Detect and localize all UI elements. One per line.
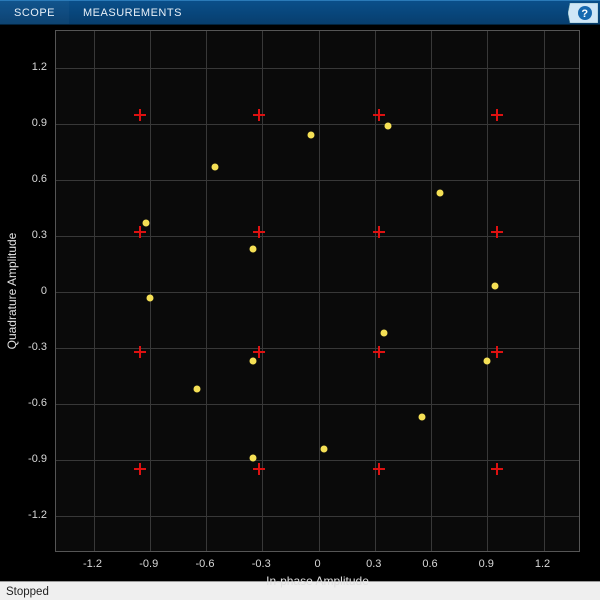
marker-received <box>249 246 256 253</box>
constellation-chart[interactable] <box>55 30 580 552</box>
grid-line-vertical <box>262 31 263 551</box>
grid-line-horizontal <box>56 236 579 237</box>
marker-received <box>249 357 256 364</box>
marker-reference <box>491 109 503 121</box>
scope-window: SCOPE MEASUREMENTS ? -1.2 -0.9 -0.6 -0.3 0 0.… <box>0 0 600 600</box>
marker-reference <box>134 463 146 475</box>
grid-line-horizontal <box>56 348 579 349</box>
x-tick-label: -0.9 <box>139 558 158 570</box>
marker-received <box>437 190 444 197</box>
help-icon: ? <box>568 3 598 23</box>
y-tick-label: 1.2 <box>32 61 47 73</box>
y-axis-label: Quadrature Amplitude <box>5 233 19 350</box>
grid-line-vertical <box>431 31 432 551</box>
grid-line-horizontal <box>56 516 579 517</box>
x-tick-label: 1.2 <box>535 558 550 570</box>
x-tick-label: -0.6 <box>196 558 215 570</box>
tab-scope[interactable]: SCOPE <box>0 1 69 24</box>
x-axis-label: In-phase Amplitude <box>266 574 369 588</box>
y-tick-label: -0.6 <box>28 397 47 409</box>
help-button[interactable]: ? <box>566 1 600 24</box>
marker-received <box>193 385 200 392</box>
x-tick-label: 0.3 <box>366 558 381 570</box>
grid-line-vertical <box>319 31 320 551</box>
y-tick-label: -0.3 <box>28 341 47 353</box>
grid-line-vertical <box>487 31 488 551</box>
x-tick-label: 0.6 <box>422 558 437 570</box>
y-tick-label: 0.9 <box>32 117 47 129</box>
marker-reference <box>134 109 146 121</box>
grid-line-horizontal <box>56 460 579 461</box>
y-tick-label: -1.2 <box>28 509 47 521</box>
x-tick-label: 0 <box>314 558 320 570</box>
x-tick-label: -1.2 <box>83 558 102 570</box>
toolstrip: SCOPE MEASUREMENTS ? <box>0 0 600 25</box>
grid-line-horizontal <box>56 292 579 293</box>
y-tick-label: 0 <box>41 285 47 297</box>
plot-area: -1.2 -0.9 -0.6 -0.3 0 0.3 0.6 0.9 1.2 -1.2 -0.9 -0.… <box>0 25 600 581</box>
marker-received <box>143 220 150 227</box>
grid-line-horizontal <box>56 124 579 125</box>
grid-line-horizontal <box>56 180 579 181</box>
y-tick-label: 0.3 <box>32 229 47 241</box>
grid-line-vertical <box>544 31 545 551</box>
y-tick-label: 0.6 <box>32 173 47 185</box>
tab-measurements[interactable]: MEASUREMENTS <box>69 1 196 24</box>
marker-received <box>491 283 498 290</box>
grid-line-vertical <box>206 31 207 551</box>
marker-received <box>418 413 425 420</box>
svg-text:?: ? <box>581 8 588 20</box>
marker-received <box>381 330 388 337</box>
marker-received <box>308 132 315 139</box>
grid-line-vertical <box>94 31 95 551</box>
x-tick-label: 0.9 <box>479 558 494 570</box>
marker-received <box>212 164 219 171</box>
grid-line-horizontal <box>56 404 579 405</box>
x-tick-label: -0.3 <box>252 558 271 570</box>
y-tick-label: -0.9 <box>28 453 47 465</box>
grid-line-vertical <box>375 31 376 551</box>
marker-received <box>321 445 328 452</box>
status-text: Stopped <box>6 586 49 598</box>
marker-reference <box>491 463 503 475</box>
grid-line-vertical <box>150 31 151 551</box>
grid-line-horizontal <box>56 68 579 69</box>
